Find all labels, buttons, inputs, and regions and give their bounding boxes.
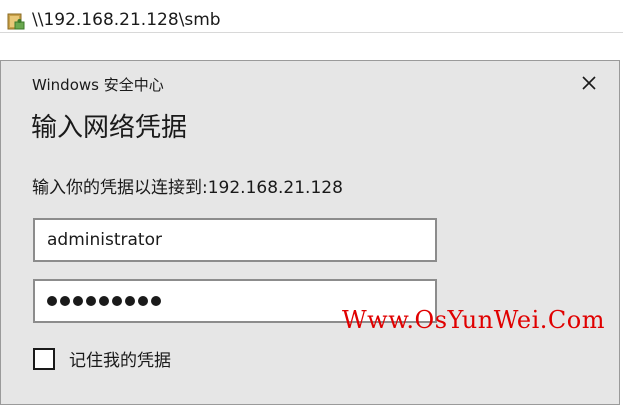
watermark-text: Www.OsYunWei.Com (342, 306, 605, 334)
password-mask-dot (138, 296, 148, 306)
remember-credentials-checkbox[interactable] (33, 347, 55, 370)
password-mask-dot (125, 296, 135, 306)
dialog-title: 输入网络凭据 (31, 113, 188, 143)
username-field[interactable]: administrator (33, 218, 437, 262)
dialog-source-label: Windows 安全中心 (32, 76, 164, 94)
password-mask-dot (99, 296, 109, 306)
username-value: administrator (47, 230, 162, 250)
password-mask-dot (112, 296, 122, 306)
remember-credentials-row: 记住我的凭据 (33, 346, 171, 371)
dialog-message: 输入你的凭据以连接到:192.168.21.128 (32, 178, 343, 198)
password-mask-dot (47, 296, 57, 306)
address-field[interactable]: \\192.168.21.128\smb (0, 3, 623, 33)
password-mask (47, 296, 161, 306)
password-mask-dot (151, 296, 161, 306)
password-mask-dot (73, 296, 83, 306)
close-icon (581, 75, 597, 95)
remember-credentials-label: 记住我的凭据 (69, 351, 171, 371)
network-folder-icon (6, 11, 26, 31)
password-mask-dot (86, 296, 96, 306)
credentials-dialog: Windows 安全中心 输入网络凭据 输入你的凭据以连接到:192.168.2… (0, 60, 620, 405)
explorer-address-bar: \\192.168.21.128\smb (0, 0, 623, 38)
address-text[interactable]: \\192.168.21.128\smb (32, 10, 221, 30)
close-button[interactable] (573, 69, 605, 101)
password-mask-dot (60, 296, 70, 306)
